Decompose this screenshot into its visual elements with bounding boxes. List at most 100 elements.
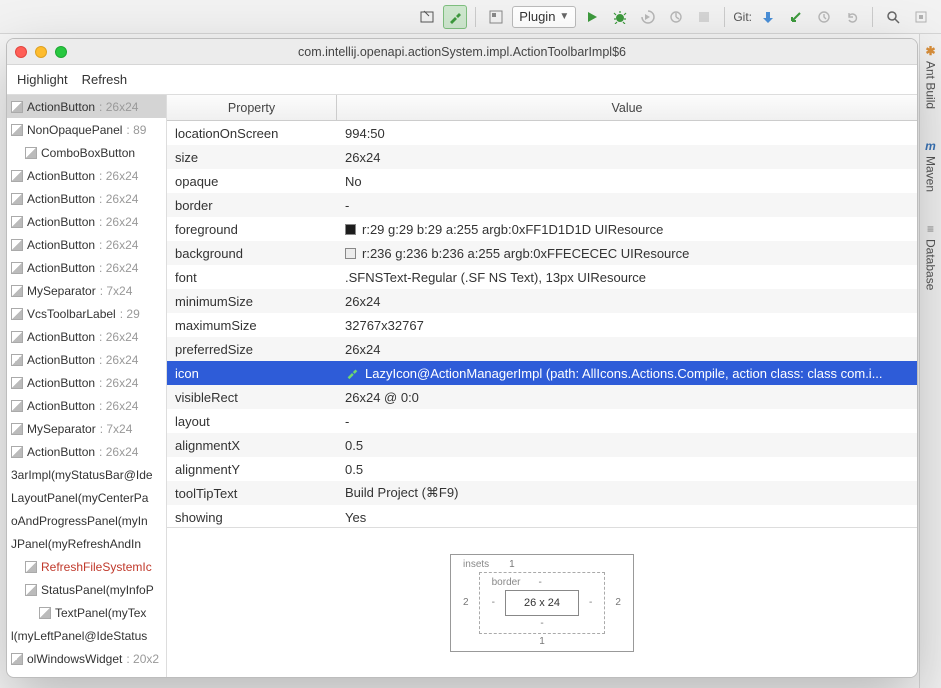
property-value: - [337,414,917,429]
property-row[interactable]: showingYes [167,505,917,527]
component-icon [11,446,23,458]
minimize-icon[interactable] [35,46,47,58]
col-value[interactable]: Value [337,95,917,120]
property-value: 0.5 [337,462,917,477]
database-icon: ≡ [927,222,934,236]
build-hammer-icon[interactable] [443,5,467,29]
tree-row[interactable]: ActionButton: 26x24 [7,371,166,394]
property-row[interactable]: border- [167,193,917,217]
tree-row[interactable]: ActionButton: 26x24 [7,187,166,210]
property-row[interactable]: opaqueNo [167,169,917,193]
property-row[interactable]: font.SFNSText-Regular (.SF NS Text), 13p… [167,265,917,289]
run-config-combo[interactable]: Plugin ▼ [512,6,576,28]
run-config-icon[interactable] [484,5,508,29]
profile-icon[interactable] [664,5,688,29]
coverage-icon[interactable] [636,5,660,29]
property-name: maximumSize [167,318,337,333]
property-row[interactable]: iconLazyIcon@ActionManagerImpl (path: Al… [167,361,917,385]
property-row[interactable]: toolTipTextBuild Project (⌘F9) [167,481,917,505]
tree-row[interactable]: ComboBoxButton [7,141,166,164]
open-file-icon[interactable] [415,5,439,29]
tree-label: ActionButton [27,100,95,114]
tree-label: TextPanel(myTex [55,606,146,620]
tree-row[interactable]: StatusPanel(myInfoP [7,578,166,601]
tree-row[interactable]: ActionButton: 26x24 [7,256,166,279]
component-tree[interactable]: ActionButton : 26x24 NonOpaquePanel: 89Com… [7,95,167,677]
stop-icon[interactable] [692,5,716,29]
tree-row[interactable]: ActionButton: 26x24 [7,325,166,348]
tree-row[interactable]: MySeparator: 7x24 [7,279,166,302]
property-name: visibleRect [167,390,337,405]
run-play-icon[interactable] [580,5,604,29]
property-row[interactable]: foregroundr:29 g:29 b:29 a:255 argb:0xFF… [167,217,917,241]
window-titlebar[interactable]: com.intellij.openapi.actionSystem.impl.A… [7,39,917,65]
property-row[interactable]: alignmentY0.5 [167,457,917,481]
tree-dims: : 20x2 [126,652,159,666]
property-row[interactable]: locationOnScreen994:50 [167,121,917,145]
property-row[interactable]: size26x24 [167,145,917,169]
property-row[interactable]: backgroundr:236 g:236 b:236 a:255 argb:0… [167,241,917,265]
tree-row[interactable]: l(myLeftPanel@IdeStatus [7,624,166,647]
tree-row[interactable]: JPanel(myRefreshAndIn [7,532,166,555]
tree-dims: : 26x24 [99,445,138,459]
property-value: - [337,198,917,213]
tree-row[interactable]: ActionButton: 26x24 [7,440,166,463]
tree-row[interactable]: olWindowsWidget: 20x2 [7,647,166,670]
close-icon[interactable] [15,46,27,58]
git-update-icon[interactable] [756,5,780,29]
git-label: Git: [733,10,752,24]
debug-bug-icon[interactable] [608,5,632,29]
property-row[interactable]: visibleRect26x24 @ 0:0 [167,385,917,409]
tree-label: (myRightPanel@IdeStatus [11,675,153,678]
property-row[interactable]: maximumSize32767x32767 [167,313,917,337]
git-history-icon[interactable] [812,5,836,29]
property-row[interactable]: preferredSize26x24 [167,337,917,361]
maven-label: Maven [924,156,938,192]
tree-dims: : 26x24 [99,238,138,252]
tree-dims: : 26x24 [99,376,138,390]
highlight-button[interactable]: Highlight [17,72,68,87]
tree-row[interactable]: ActionButton: 26x24 [7,210,166,233]
tree-row[interactable]: ActionButton: 26x24 [7,348,166,371]
col-property[interactable]: Property [167,95,337,120]
property-value: LazyIcon@ActionManagerImpl (path: AllIco… [337,366,917,381]
tree-row[interactable]: ActionButton: 26x24 [7,233,166,256]
property-name: opaque [167,174,337,189]
tree-dims: : 26x24 [99,169,138,183]
tree-row[interactable]: 3arImpl(myStatusBar@Ide [7,463,166,486]
tree-row[interactable]: TextPanel(myTex [7,601,166,624]
git-commit-icon[interactable] [784,5,808,29]
maven-icon: m [925,139,936,153]
property-row[interactable]: layout- [167,409,917,433]
tree-row[interactable]: ActionButton: 26x24 [7,95,166,118]
tree-row[interactable]: (myRightPanel@IdeStatus [7,670,166,677]
tree-row[interactable]: ActionButton : 26x24 [7,164,166,187]
tree-dims: : 26x24 [99,353,138,367]
tree-label: ActionButton [27,169,95,183]
git-revert-icon[interactable] [840,5,864,29]
property-row[interactable]: minimumSize26x24 [167,289,917,313]
ant-build-tab[interactable]: ✱ Ant Build [924,44,938,109]
border-top: - [539,577,542,588]
property-row[interactable]: alignmentX0.5 [167,433,917,457]
tree-label: MySeparator [27,422,96,436]
tree-row[interactable]: oAndProgressPanel(myIn [7,509,166,532]
refresh-button[interactable]: Refresh [82,72,128,87]
property-table[interactable]: locationOnScreen994:50size26x24opaqueNob… [167,121,917,527]
search-icon[interactable] [881,5,905,29]
tree-row[interactable]: NonOpaquePanel: 89 [7,118,166,141]
tree-dims: : 26x24 [99,330,138,344]
tree-row[interactable]: RefreshFileSystemIc [7,555,166,578]
settings-icon[interactable] [909,5,933,29]
component-icon [11,331,23,343]
maven-tab[interactable]: m Maven [924,139,938,192]
toolbar-divider [724,7,725,27]
tree-row[interactable]: MySeparator: 7x24 [7,417,166,440]
tree-row[interactable]: VcsToolbarLabel: 29 [7,302,166,325]
tree-row[interactable]: LayoutPanel(myCenterPa [7,486,166,509]
box-size: 26 x 24 [505,590,579,616]
property-name: alignmentY [167,462,337,477]
database-tab[interactable]: ≡ Database [924,222,938,290]
maximize-icon[interactable] [55,46,67,58]
tree-row[interactable]: ActionButton: 26x24 [7,394,166,417]
